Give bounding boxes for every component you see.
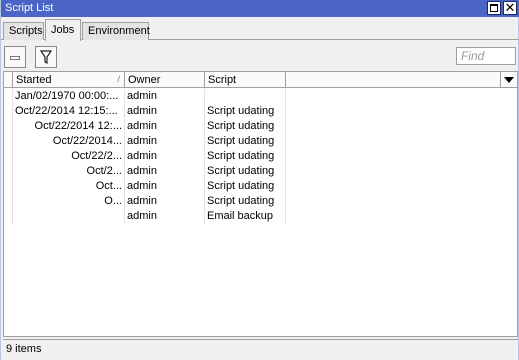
toolbar — [1, 42, 519, 70]
minus-icon — [10, 56, 20, 60]
cell-script: Script udating — [205, 149, 286, 164]
table-row[interactable]: O... admin Script udating — [4, 194, 286, 209]
row-selector[interactable] — [4, 164, 13, 179]
row-selector[interactable] — [4, 149, 13, 164]
tab-environment[interactable]: Environment — [82, 22, 150, 40]
restore-icon — [490, 4, 498, 12]
cell-started: Oct/22/2... — [13, 149, 125, 164]
filter-button[interactable] — [35, 46, 57, 68]
row-selector[interactable] — [4, 179, 13, 194]
status-bar: 9 items — [3, 339, 518, 358]
cell-script: Script udating — [205, 119, 286, 134]
table-row[interactable]: Oct/2... admin Script udating — [4, 164, 286, 179]
cell-started: Oct/22/2014 12:... — [13, 119, 125, 134]
remove-button[interactable] — [4, 46, 26, 68]
cell-started — [13, 209, 125, 224]
cell-started: Jan/02/1970 00:00:... — [13, 89, 125, 104]
cell-owner: admin — [125, 134, 205, 149]
cell-started: Oct/2... — [13, 164, 125, 179]
table-row[interactable]: Oct/22/2014 12:15:... admin Script udating — [4, 104, 286, 119]
column-menu-button[interactable] — [500, 72, 517, 88]
row-selector[interactable] — [4, 209, 13, 224]
tab-bar: Scripts Jobs Environment — [1, 18, 519, 41]
cell-started: Oct/22/2014... — [13, 134, 125, 149]
cell-owner: admin — [125, 89, 205, 104]
find-input[interactable] — [456, 47, 516, 65]
title-bar[interactable]: Script List ✕ — [1, 0, 519, 17]
table-row[interactable]: Oct... admin Script udating — [4, 179, 286, 194]
column-header-empty — [286, 72, 500, 88]
column-header-started[interactable]: Started / — [13, 72, 125, 88]
cell-started: O... — [13, 194, 125, 209]
table-row[interactable]: Jan/02/1970 00:00:... admin — [4, 89, 286, 104]
cell-script: Script udating — [205, 104, 286, 119]
close-button[interactable]: ✕ — [503, 0, 517, 15]
column-header-owner[interactable]: Owner — [125, 72, 205, 88]
sort-indicator-icon: / — [117, 74, 120, 84]
cell-script: Script udating — [205, 194, 286, 209]
column-header-script[interactable]: Script — [205, 72, 286, 88]
cell-script: Script udating — [205, 179, 286, 194]
table-row[interactable]: Oct/22/2014... admin Script udating — [4, 134, 286, 149]
funnel-icon — [39, 50, 53, 64]
cell-owner: admin — [125, 209, 205, 224]
window-title: Script List — [5, 2, 54, 14]
row-selector[interactable] — [4, 89, 13, 104]
cell-script: Script udating — [205, 164, 286, 179]
cell-started: Oct... — [13, 179, 125, 194]
row-selector[interactable] — [4, 194, 13, 209]
cell-owner: admin — [125, 104, 205, 119]
script-list-window: Script List ✕ Scripts Jobs Environment S… — [0, 0, 519, 360]
cell-owner: admin — [125, 194, 205, 209]
tab-jobs[interactable]: Jobs — [45, 19, 81, 41]
cell-script: Script udating — [205, 134, 286, 149]
tab-scripts[interactable]: Scripts — [3, 22, 44, 40]
restore-button[interactable] — [487, 1, 501, 15]
table-row[interactable]: Oct/22/2... admin Script udating — [4, 149, 286, 164]
chevron-down-icon — [504, 77, 514, 83]
cell-script — [205, 89, 286, 104]
row-selector[interactable] — [4, 134, 13, 149]
row-selector[interactable] — [4, 104, 13, 119]
item-count: 9 items — [6, 343, 42, 355]
cell-script: Email backup — [205, 209, 286, 224]
close-icon: ✕ — [504, 0, 516, 15]
table-row[interactable]: Oct/22/2014 12:... admin Script udating — [4, 119, 286, 134]
row-selector-header — [4, 72, 13, 88]
table-header: Started / Owner Script — [4, 72, 517, 88]
cell-owner: admin — [125, 164, 205, 179]
jobs-table: Started / Owner Script Jan/02/1970 00:00… — [3, 71, 518, 337]
row-selector[interactable] — [4, 119, 13, 134]
cell-owner: admin — [125, 149, 205, 164]
table-row[interactable]: admin Email backup — [4, 209, 286, 224]
cell-owner: admin — [125, 119, 205, 134]
cell-owner: admin — [125, 179, 205, 194]
cell-started: Oct/22/2014 12:15:... — [13, 104, 125, 119]
